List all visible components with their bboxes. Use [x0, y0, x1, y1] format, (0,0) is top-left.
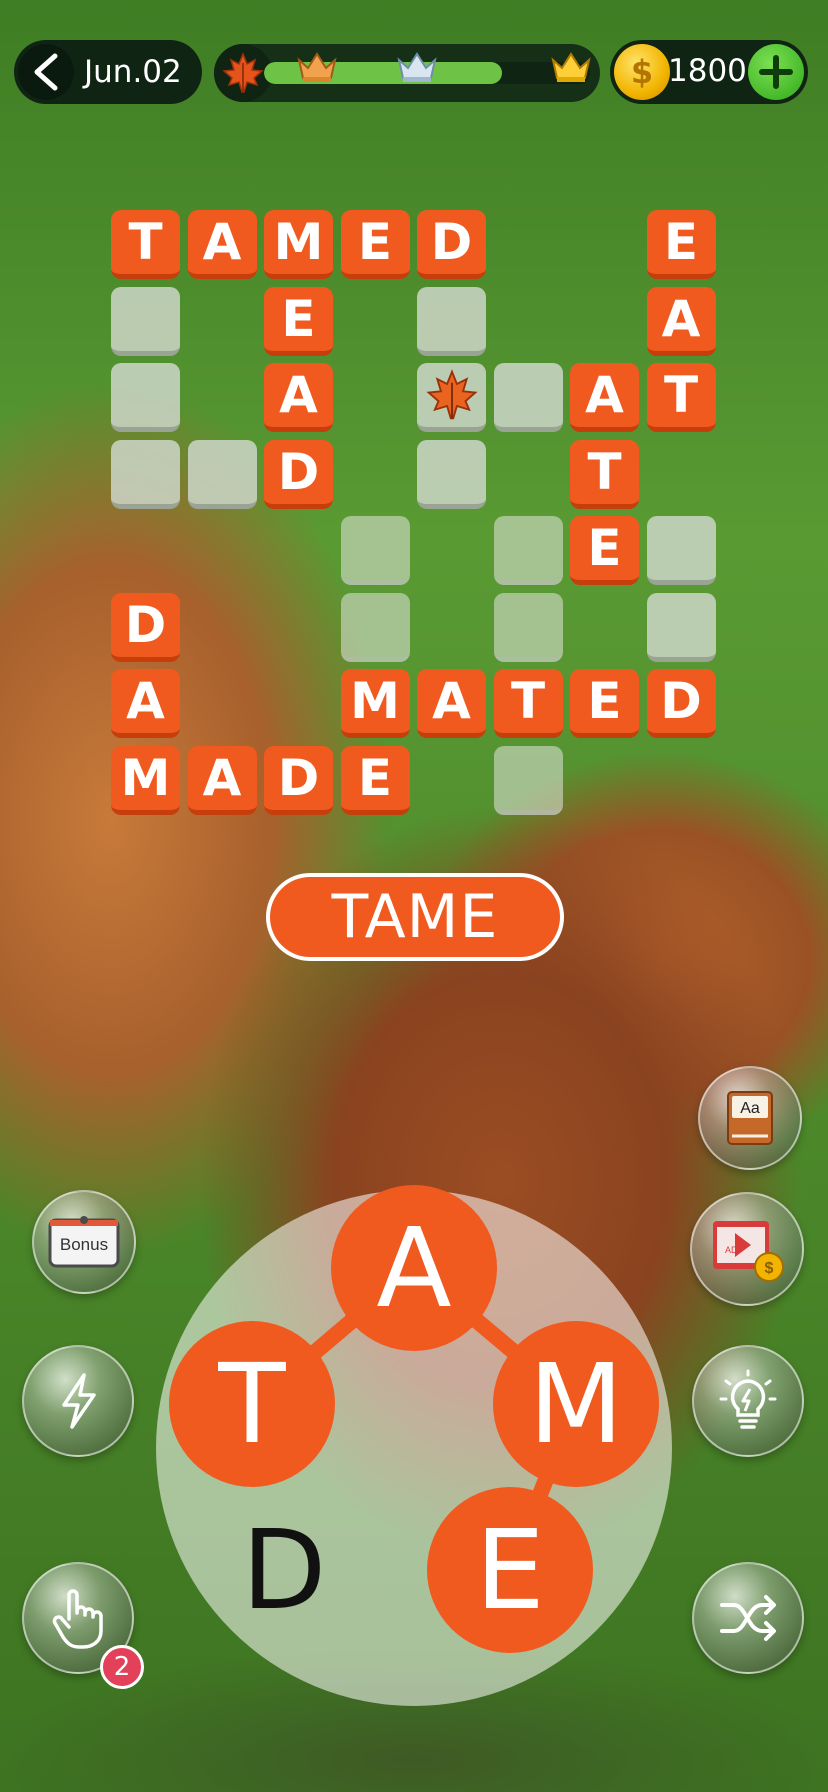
grid-letter-tile: T: [111, 210, 180, 279]
grid-letter-tile: E: [264, 286, 333, 356]
grid-letter-tile: E: [340, 210, 410, 279]
grid-letter-tile: D: [111, 592, 180, 662]
grid-letter-tile: E: [340, 745, 410, 815]
grid-letter-tile: A: [187, 210, 257, 279]
grid-empty-tile[interactable]: [493, 592, 563, 662]
bonus-words-button[interactable]: Bonus: [32, 1190, 136, 1294]
grid-letter-tile: M: [340, 669, 410, 738]
grid-letter-tile: M: [264, 210, 333, 279]
dictionary-label: Aa: [740, 1100, 760, 1117]
grid-empty-tile[interactable]: [340, 592, 410, 662]
grid-empty-tile[interactable]: [111, 363, 180, 432]
grid-empty-tile[interactable]: [646, 592, 716, 662]
grid-letter-tile: E: [570, 516, 639, 585]
grid-letter-tile: T: [646, 363, 716, 432]
wheel-letter-t[interactable]: T: [169, 1321, 335, 1487]
grid-letter-tile: A: [646, 286, 716, 356]
dictionary-book-icon: Aa: [727, 1091, 773, 1145]
grid-letter-tile: T: [570, 439, 639, 509]
grid-empty-tile[interactable]: [187, 439, 257, 509]
grid-empty-tile[interactable]: [340, 516, 410, 585]
crossword-grid: TAMEDEEAAATDTEDAMATEDMADE: [0, 0, 828, 830]
grid-letter-tile: D: [417, 210, 486, 279]
lightbulb-icon: [719, 1369, 777, 1429]
grid-empty-tile[interactable]: [493, 745, 563, 815]
grid-letter-tile: E: [570, 669, 639, 738]
lightning-icon: [62, 1373, 96, 1429]
letter-wheel[interactable]: A T M E D: [156, 1185, 672, 1706]
bonus-label: Bonus: [60, 1235, 108, 1254]
wheel-letter-m[interactable]: M: [493, 1321, 659, 1487]
grid-letter-tile: A: [111, 669, 180, 738]
grid-letter-tile: A: [187, 745, 257, 815]
grid-empty-tile[interactable]: [111, 439, 180, 509]
grid-empty-tile[interactable]: [493, 516, 563, 585]
grid-letter-tile: M: [111, 745, 180, 815]
wheel-letter-e[interactable]: E: [427, 1487, 593, 1653]
wheel-letter-a[interactable]: A: [331, 1185, 497, 1351]
grid-letter-tile: A: [570, 363, 639, 432]
grid-letter-tile: A: [264, 363, 333, 432]
wheel-letter-d[interactable]: D: [214, 1500, 354, 1640]
grid-empty-tile[interactable]: [493, 363, 563, 432]
bonus-board-icon: Bonus: [48, 1216, 120, 1268]
grid-bonus-leaf-tile[interactable]: [417, 363, 486, 432]
ad-label: AD: [725, 1245, 738, 1255]
grid-empty-tile[interactable]: [417, 439, 486, 509]
svg-text:$: $: [765, 1260, 774, 1277]
grid-empty-tile[interactable]: [646, 516, 716, 585]
maple-leaf-icon: [425, 369, 478, 420]
grid-letter-tile: D: [646, 669, 716, 738]
hint-bulb-button[interactable]: [692, 1345, 804, 1457]
lightning-hint-button[interactable]: [22, 1345, 134, 1457]
current-word: TAME: [266, 873, 564, 961]
shuffle-button[interactable]: [692, 1562, 804, 1674]
grid-empty-tile[interactable]: [417, 286, 486, 356]
pointing-hand-icon: [52, 1589, 103, 1649]
grid-letter-tile: E: [646, 210, 716, 279]
grid-letter-tile: D: [264, 745, 333, 815]
grid-empty-tile[interactable]: [111, 286, 180, 356]
grid-letter-tile: D: [264, 439, 333, 509]
video-ad-icon: AD $: [713, 1221, 784, 1282]
shuffle-icon: [720, 1595, 776, 1641]
dictionary-button[interactable]: Aa: [698, 1066, 802, 1170]
grid-letter-tile: A: [417, 669, 486, 738]
grid-letter-tile: T: [493, 669, 563, 738]
watch-ad-coins-button[interactable]: AD $: [690, 1192, 804, 1306]
finger-count-badge: 2: [100, 1645, 144, 1689]
